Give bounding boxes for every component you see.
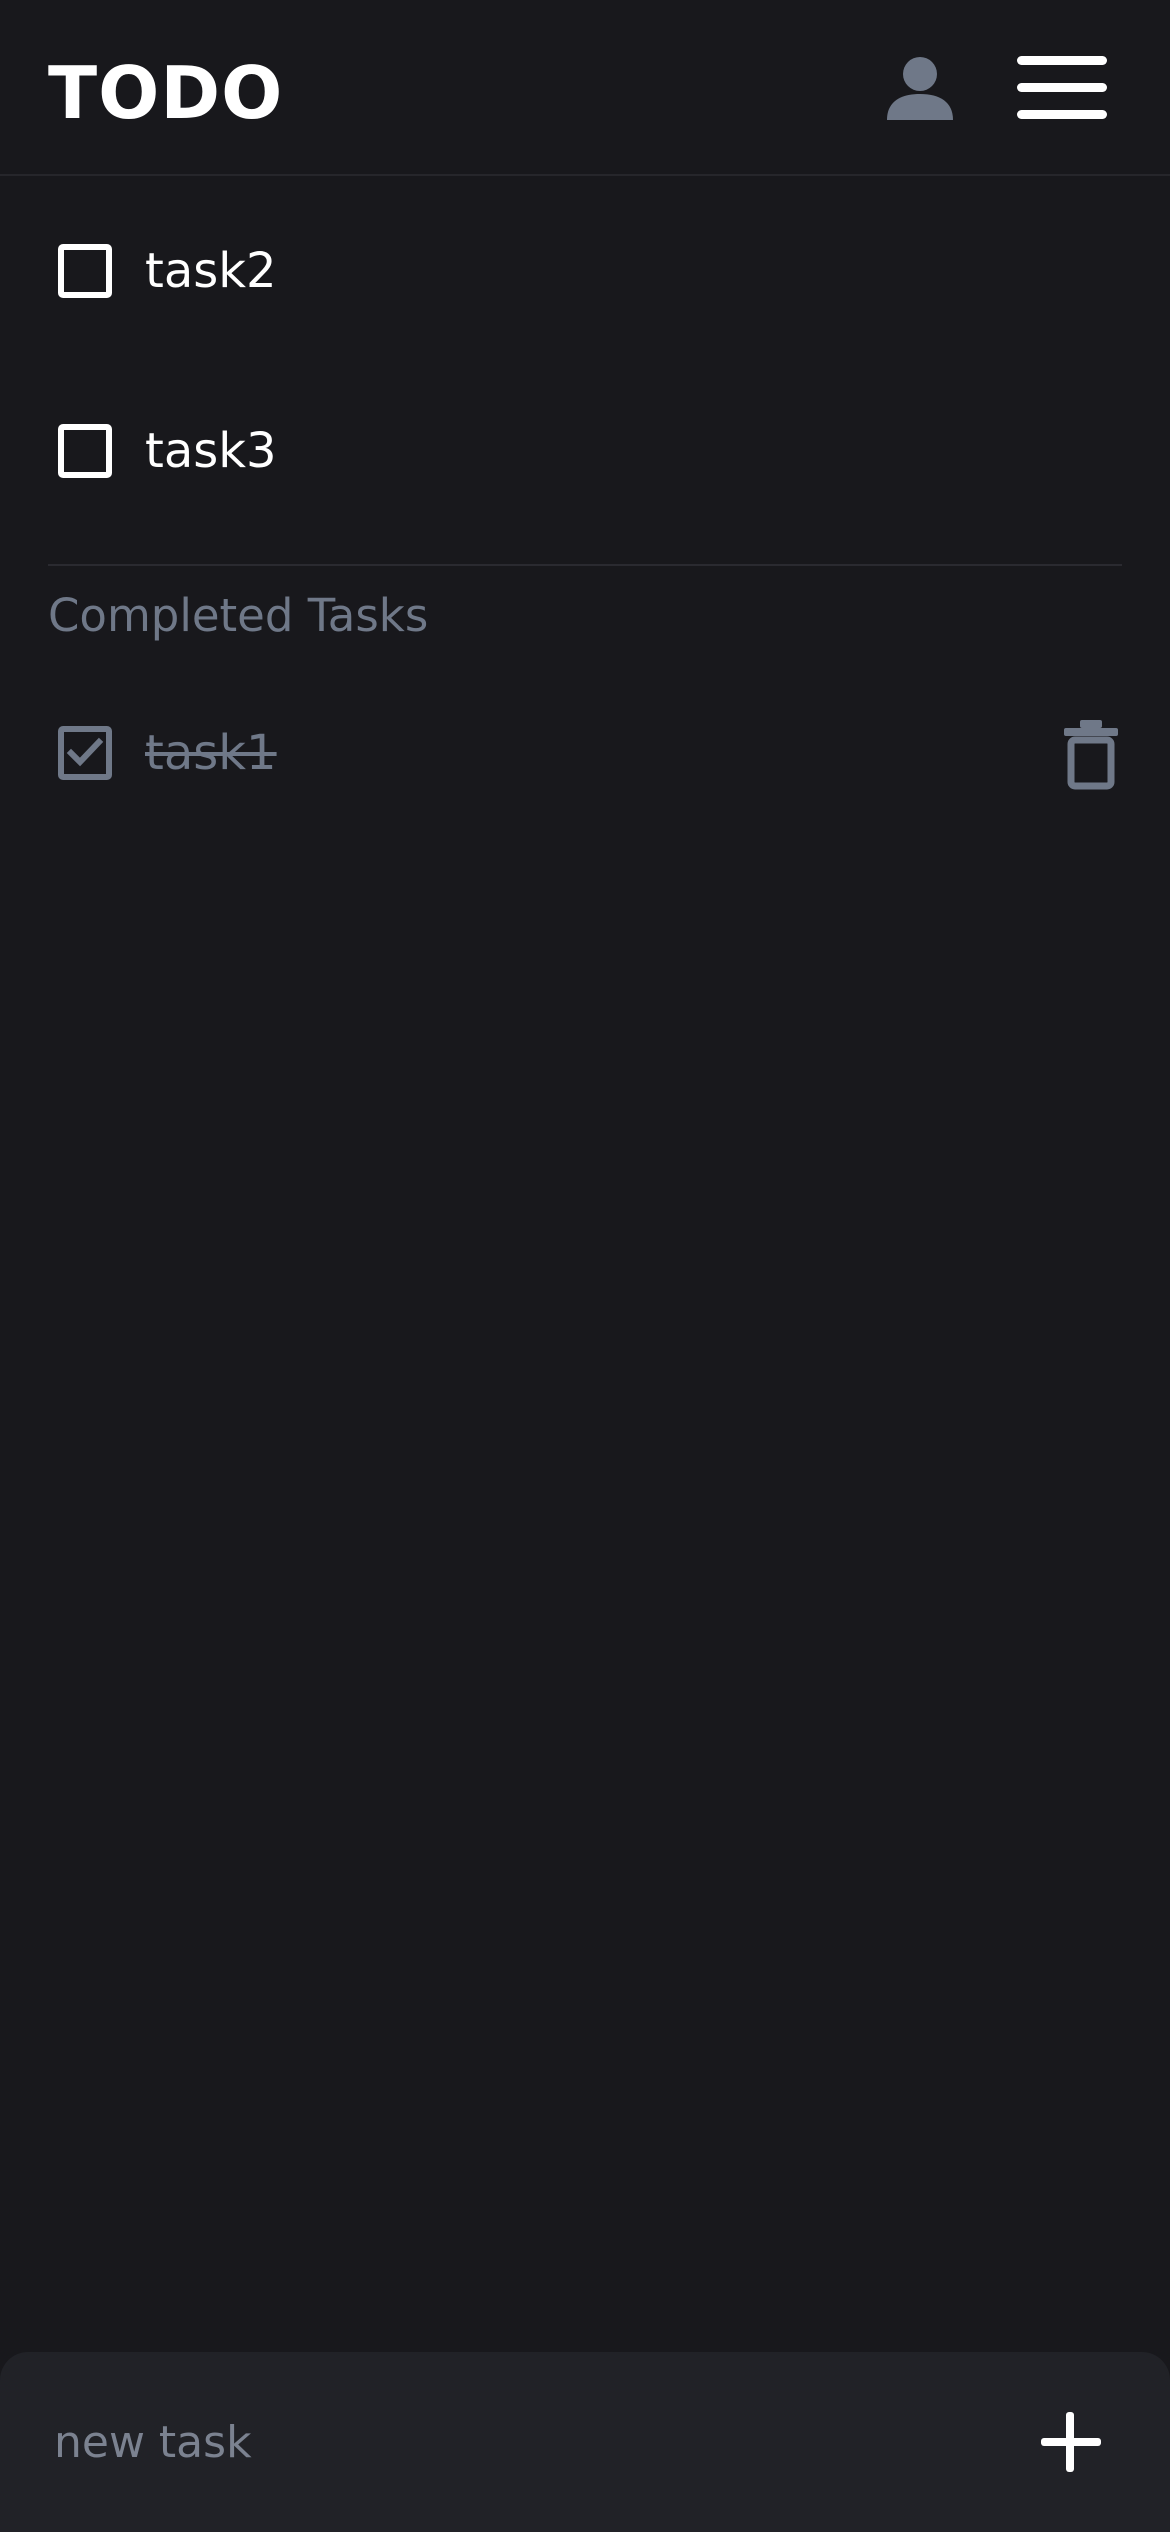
completed-task-row[interactable]: task1 — [48, 694, 1122, 814]
trash-icon — [1064, 720, 1118, 790]
person-icon — [887, 57, 953, 120]
app-title: TODO — [48, 51, 284, 135]
menu-button[interactable] — [1015, 52, 1111, 122]
hamburger-menu-icon — [1017, 110, 1107, 119]
hamburger-menu-icon — [1017, 56, 1107, 65]
task-label: task1 — [145, 725, 277, 781]
checkmark-icon — [66, 737, 104, 767]
todo-app: TODO task2 task3 Completed Tasks task1 n… — [0, 0, 1170, 2532]
task-checkbox-checked[interactable] — [58, 726, 112, 780]
new-task-bar — [0, 2352, 1170, 2532]
completed-section-heading: Completed Tasks — [48, 589, 429, 642]
task-row[interactable]: task2 — [48, 212, 1122, 332]
task-row[interactable]: task3 — [48, 392, 1122, 512]
section-divider — [48, 564, 1122, 566]
task-label: task3 — [145, 423, 277, 479]
profile-button[interactable] — [880, 50, 960, 130]
delete-task-button[interactable] — [1058, 716, 1124, 792]
new-task-input[interactable] — [54, 2402, 954, 2482]
add-task-button[interactable] — [1035, 2402, 1107, 2482]
task-label: task2 — [145, 243, 277, 299]
plus-icon — [1041, 2412, 1101, 2472]
task-checkbox[interactable] — [58, 244, 112, 298]
hamburger-menu-icon — [1017, 83, 1107, 92]
app-header: TODO — [0, 0, 1170, 176]
task-checkbox[interactable] — [58, 424, 112, 478]
